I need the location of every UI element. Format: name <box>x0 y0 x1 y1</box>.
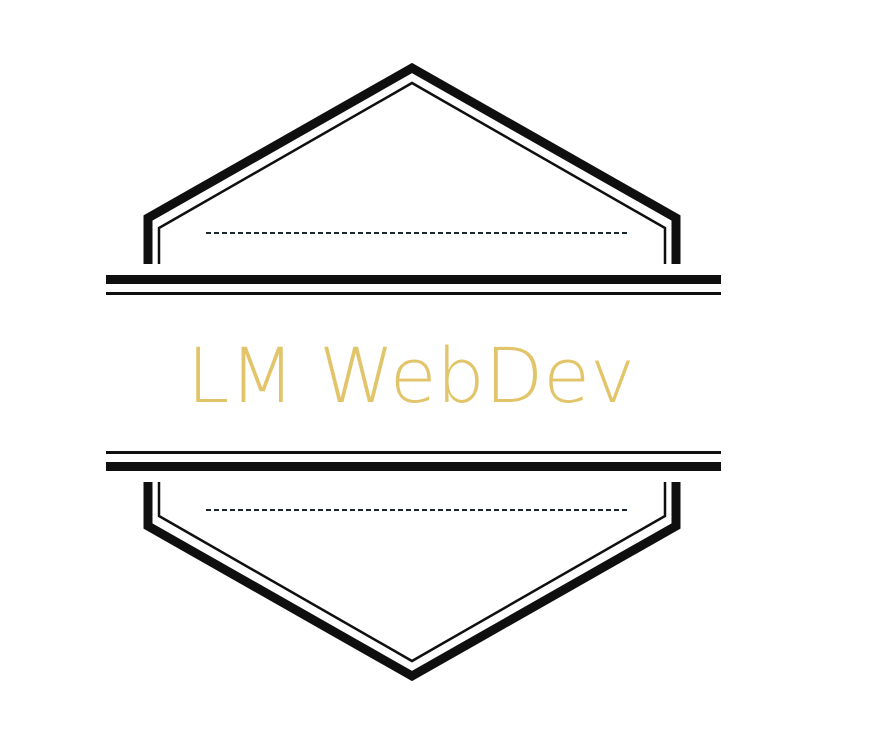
bottom-thick-bar <box>106 462 721 471</box>
lm-webdev-logo: LM WebDev <box>106 62 721 682</box>
top-thick-bar <box>106 275 721 284</box>
top-thin-bar <box>106 292 721 295</box>
logo-wordmark: LM WebDev <box>187 331 635 420</box>
bottom-thin-bar <box>106 451 721 454</box>
bottom-outer-outline <box>143 482 681 682</box>
top-outer-outline <box>143 62 681 264</box>
